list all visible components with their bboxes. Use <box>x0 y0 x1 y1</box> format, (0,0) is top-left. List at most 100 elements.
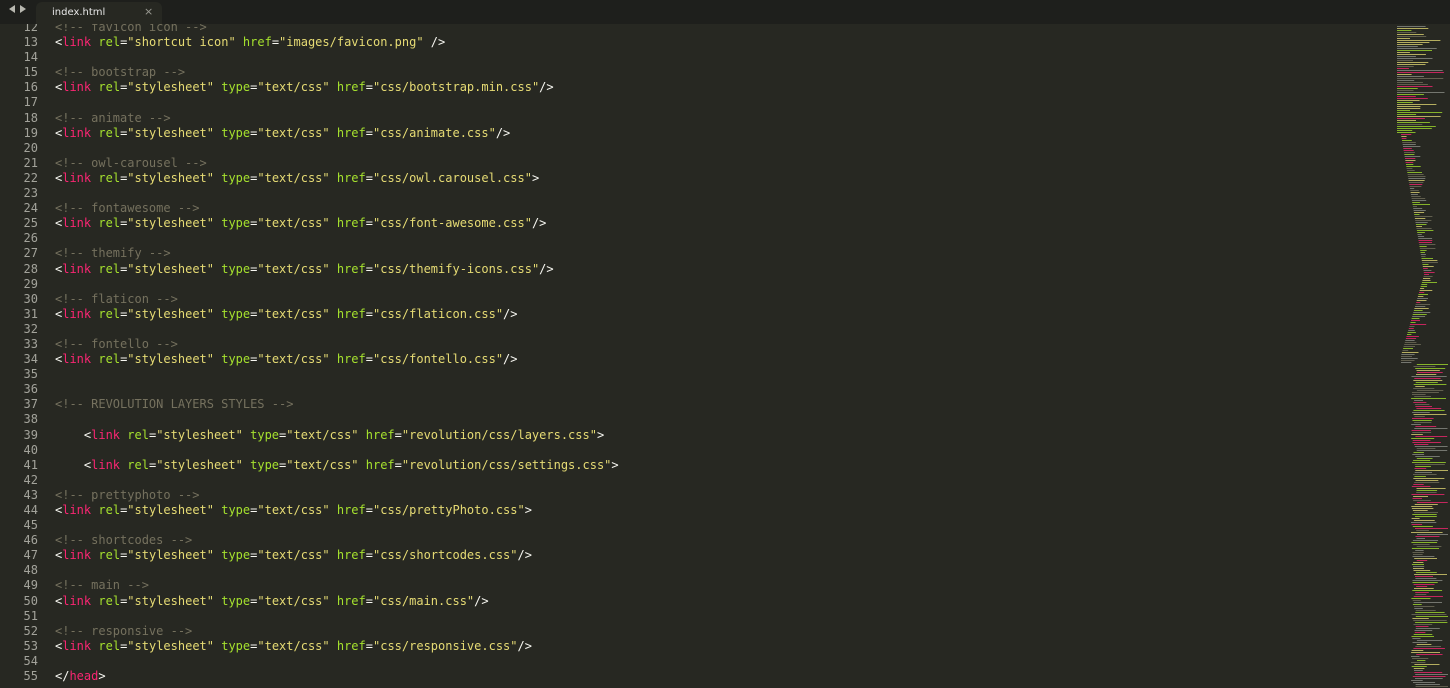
code-line[interactable]: 15 <!-- bootstrap --> <box>0 65 1395 80</box>
comment-token: <!-- shortcodes --> <box>55 533 193 548</box>
minimap-line <box>1415 436 1448 437</box>
minimap-line <box>1415 220 1432 221</box>
line-number: 24 <box>23 201 38 216</box>
code-line[interactable]: 49 <!-- main --> <box>0 578 1395 593</box>
line-content: <!-- flaticon --> <box>38 292 178 307</box>
code-line[interactable]: 53 <link rel="stylesheet" type="text/css"… <box>0 639 1395 654</box>
code-line[interactable]: 45 <box>0 518 1395 533</box>
minimap-line <box>1419 246 1427 247</box>
code-line[interactable]: 34 <link rel="stylesheet" type="text/css"… <box>0 352 1395 367</box>
code-line[interactable]: 38 <box>0 412 1395 427</box>
code-line[interactable]: 54 <box>0 654 1395 669</box>
punctuation-token <box>330 307 337 321</box>
punctuation-token: /> <box>517 548 532 563</box>
code-line[interactable]: 51 <box>0 609 1395 624</box>
minimap-line <box>1414 422 1432 423</box>
comment-token: <!-- responsive --> <box>55 623 193 638</box>
minimap-line <box>1397 126 1436 127</box>
code-line[interactable]: 18 <!-- animate --> <box>0 111 1395 126</box>
code-line[interactable]: 29 <box>0 277 1395 292</box>
code-line[interactable]: 30 <!-- flaticon --> <box>0 292 1395 307</box>
line-content: <!-- main --> <box>38 578 149 593</box>
minimap-line <box>1418 240 1433 241</box>
close-icon[interactable]: × <box>144 6 153 18</box>
minimap-line <box>1413 210 1426 211</box>
tag-name-token: link <box>62 306 92 321</box>
minimap-line <box>1415 684 1440 685</box>
code-line[interactable]: 28 <link rel="stylesheet" type="text/css"… <box>0 262 1395 277</box>
punctuation-token: > <box>596 427 605 442</box>
code-line[interactable]: 48 <box>0 563 1395 578</box>
code-line[interactable]: 43 <!-- prettyphoto --> <box>0 488 1395 503</box>
minimap-line <box>1421 256 1426 257</box>
minimap-line <box>1397 46 1418 47</box>
minimap-line <box>1407 172 1422 173</box>
code-line[interactable]: 37 <!-- REVOLUTION LAYERS STYLES --> <box>0 397 1395 412</box>
minimap-line <box>1414 378 1441 379</box>
code-line[interactable]: 27 <!-- themify --> <box>0 246 1395 261</box>
minimap-line <box>1408 182 1424 183</box>
arrow-left-icon[interactable] <box>9 5 15 13</box>
code-line[interactable]: 33 <!-- fontello --> <box>0 337 1395 352</box>
minimap-line <box>1415 572 1437 573</box>
tag-name-token: link <box>62 548 92 563</box>
code-line[interactable]: 22 <link rel="stylesheet" type="text/css"… <box>0 171 1395 186</box>
string-token: "stylesheet" <box>127 548 214 563</box>
code-line[interactable]: 42 <box>0 473 1395 488</box>
editor-window: index.html × 12 <!-- favicon icon --> 13 <l… <box>0 0 1450 688</box>
code-line[interactable]: 12 <!-- favicon icon --> <box>0 24 1395 35</box>
line-number: 43 <box>23 487 38 502</box>
code-line[interactable]: 50 <link rel="stylesheet" type="text/css"… <box>0 594 1395 609</box>
code-editor[interactable]: 12 <!-- favicon icon --> 13 <link rel="shor… <box>0 24 1395 688</box>
code-line[interactable]: 26 <box>0 231 1395 246</box>
arrow-right-icon[interactable] <box>20 5 26 13</box>
code-line[interactable]: 19 <link rel="stylesheet" type="text/css"… <box>0 126 1395 141</box>
minimap-line <box>1413 452 1424 453</box>
code-line[interactable]: 25 <link rel="stylesheet" type="text/css"… <box>0 216 1395 231</box>
code-line[interactable]: 35 <box>0 367 1395 382</box>
code-line[interactable]: 17 <box>0 95 1395 110</box>
minimap-line <box>1417 660 1426 661</box>
minimap-line <box>1415 480 1439 481</box>
attribute-token: type <box>221 216 251 231</box>
code-line[interactable]: 46 <!-- shortcodes --> <box>0 533 1395 548</box>
punctuation-token: = <box>365 503 373 517</box>
tab-index-html[interactable]: index.html × <box>36 2 162 24</box>
code-line[interactable]: 39 <link rel="stylesheet" type="text/css… <box>0 428 1395 443</box>
minimap-line <box>1415 594 1427 595</box>
code-line[interactable]: 36 <box>0 382 1395 397</box>
code-line[interactable]: 32 <box>0 322 1395 337</box>
punctuation-token: /> <box>539 261 554 276</box>
attribute-token: rel <box>98 638 121 653</box>
code-line[interactable]: 14 <box>0 50 1395 65</box>
line-content: <link rel="stylesheet" type="text/css" h… <box>38 307 518 322</box>
code-line[interactable]: 23 <box>0 186 1395 201</box>
code-line[interactable]: 20 <box>0 141 1395 156</box>
minimap-line <box>1412 412 1430 413</box>
code-line[interactable]: 47 <link rel="stylesheet" type="text/css"… <box>0 548 1395 563</box>
code-line[interactable]: 16 <link rel="stylesheet" type="text/css"… <box>0 80 1395 95</box>
string-token: "text/css" <box>257 306 330 321</box>
line-content: <link rel="stylesheet" type="text/css" h… <box>38 262 554 277</box>
code-line[interactable]: 13 <link rel="shortcut icon" href="images… <box>0 35 1395 50</box>
code-line[interactable]: 41 <link rel="stylesheet" type="text/css… <box>0 458 1395 473</box>
code-line[interactable]: 40 <box>0 443 1395 458</box>
minimap-line <box>1413 500 1431 501</box>
minimap[interactable] <box>1395 24 1450 688</box>
minimap-line <box>1414 214 1420 215</box>
line-number: 20 <box>23 140 38 155</box>
minimap-line <box>1397 60 1413 61</box>
code-line[interactable]: 55 </head> <box>0 669 1395 684</box>
code-line[interactable]: 21 <!-- owl-carousel --> <box>0 156 1395 171</box>
attribute-token: href <box>336 216 366 231</box>
line-number: 44 <box>23 503 38 517</box>
minimap-line <box>1397 114 1417 115</box>
code-line[interactable]: 52 <!-- responsive --> <box>0 624 1395 639</box>
code-line[interactable]: 31 <link rel="stylesheet" type="text/css"… <box>0 307 1395 322</box>
minimap-line <box>1414 630 1433 631</box>
attribute-token: type <box>221 80 251 95</box>
code-line[interactable]: 44 <link rel="stylesheet" type="text/css"… <box>0 503 1395 518</box>
minimap-line <box>1412 552 1424 553</box>
minimap-line <box>1414 504 1438 505</box>
code-line[interactable]: 24 <!-- fontawesome --> <box>0 201 1395 216</box>
